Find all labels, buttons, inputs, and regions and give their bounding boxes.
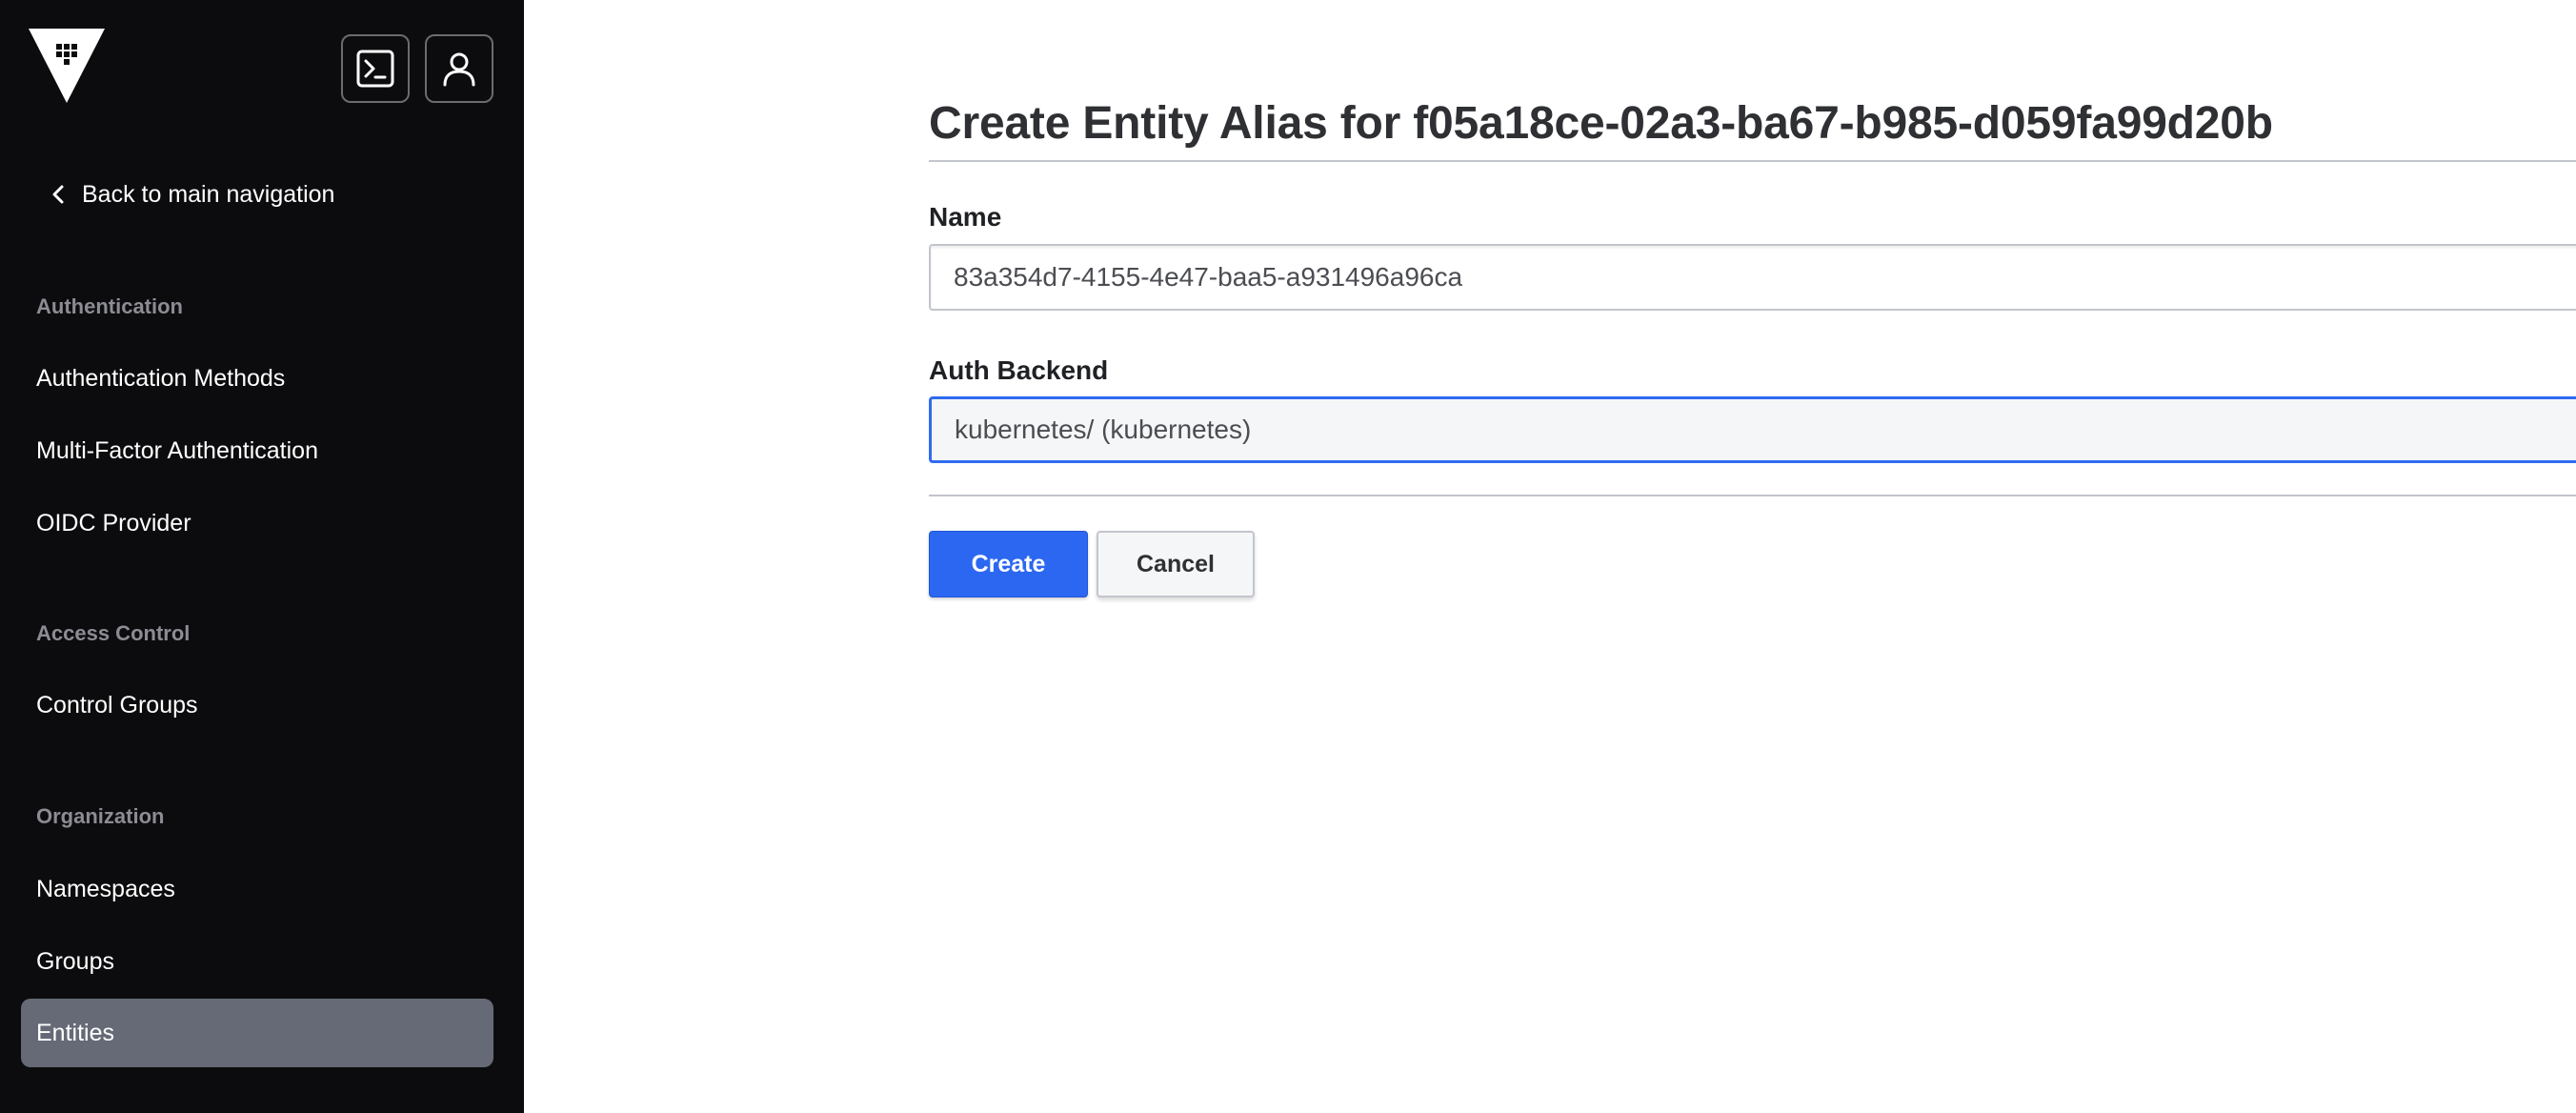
sidebar-item-label: OIDC Provider xyxy=(36,509,191,536)
sidebar-item-label: Authentication Methods xyxy=(36,364,286,392)
sidebar-item-label: Entities xyxy=(36,1019,114,1046)
sidebar-item-label: Groups xyxy=(36,947,114,975)
back-link-label: Back to main navigation xyxy=(82,180,335,208)
vault-logo-icon[interactable] xyxy=(29,29,105,103)
nav-section-authentication: Authentication xyxy=(36,294,183,318)
form-divider xyxy=(929,495,2576,496)
app: Back to main navigation Authentication A… xyxy=(0,0,2576,1113)
sidebar-item-mfa[interactable]: Multi-Factor Authentication xyxy=(21,416,493,485)
name-field-label: Name xyxy=(929,202,1002,232)
sidebar: Back to main navigation Authentication A… xyxy=(0,0,524,1113)
sidebar-item-oidc-provider[interactable]: OIDC Provider xyxy=(21,489,493,557)
console-icon xyxy=(356,50,394,88)
page-title: Create Entity Alias for f05a18ce-02a3-ba… xyxy=(929,98,2273,149)
user-icon xyxy=(443,52,475,87)
sidebar-item-label: Namespaces xyxy=(36,875,175,902)
user-menu-button[interactable] xyxy=(425,34,493,103)
auth-backend-selected-value: kubernetes/ (kubernetes) xyxy=(955,415,1252,444)
nav-section-access-control: Access Control xyxy=(36,621,191,645)
nav-section-organization: Organization xyxy=(36,804,165,828)
title-divider xyxy=(929,160,2576,162)
sidebar-item-entities[interactable]: Entities xyxy=(21,999,493,1067)
cancel-button[interactable]: Cancel xyxy=(1097,531,1255,597)
sidebar-item-label: Multi-Factor Authentication xyxy=(36,436,318,464)
create-button[interactable]: Create xyxy=(929,531,1088,597)
console-button[interactable] xyxy=(341,34,410,103)
chevron-left-icon xyxy=(52,185,64,204)
sidebar-item-control-groups[interactable]: Control Groups xyxy=(21,671,493,739)
main-content: Create Entity Alias for f05a18ce-02a3-ba… xyxy=(524,0,2576,1113)
auth-backend-select[interactable]: kubernetes/ (kubernetes) xyxy=(929,396,2576,463)
back-to-main-nav-link[interactable]: Back to main navigation xyxy=(48,177,334,212)
sidebar-item-authentication-methods[interactable]: Authentication Methods xyxy=(21,344,493,413)
sidebar-item-groups[interactable]: Groups xyxy=(21,927,493,996)
sidebar-item-namespaces[interactable]: Namespaces xyxy=(21,855,493,923)
sidebar-item-label: Control Groups xyxy=(36,691,198,718)
auth-backend-label: Auth Backend xyxy=(929,355,1109,385)
name-input[interactable] xyxy=(929,244,2576,311)
